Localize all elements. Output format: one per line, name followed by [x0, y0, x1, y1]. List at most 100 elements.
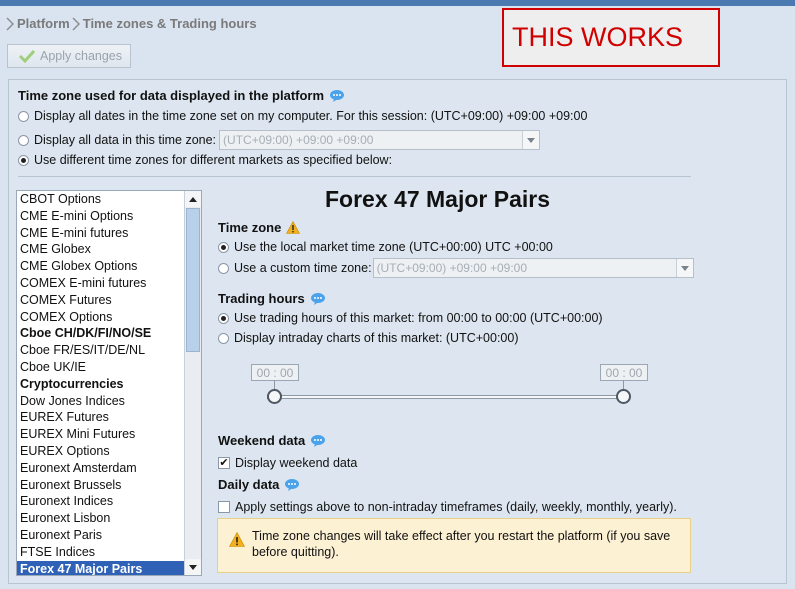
radio-this-timezone[interactable] [18, 134, 29, 146]
option-per-market-label: Use different time zones for different m… [34, 153, 393, 167]
market-list-item[interactable]: Forex 47 Major Pairs [17, 560, 201, 575]
option-local-market-label: Use the local market time zone (UTC+00:0… [234, 240, 553, 254]
market-list-item[interactable]: Euronext Paris [17, 527, 201, 544]
chevron-right-icon [72, 17, 80, 30]
market-list-item[interactable]: EUREX Mini Futures [17, 426, 201, 443]
chevron-down-icon[interactable] [522, 131, 540, 149]
info-bubble-icon[interactable] [310, 292, 326, 305]
scroll-up-button[interactable] [185, 191, 201, 207]
restart-notice: Time zone changes will take effect after… [217, 518, 691, 573]
option-computer-timezone-label: Display all dates in the time zone set o… [34, 109, 588, 123]
overlay-annotation-text: THIS WORKS [512, 22, 684, 52]
scroll-down-button[interactable] [185, 559, 201, 575]
warning-icon [286, 221, 301, 234]
option-this-timezone[interactable]: Display all data in this time zone: (UTC… [18, 130, 541, 150]
slider-start-handle[interactable] [267, 389, 282, 404]
market-list-item[interactable]: Euronext Amsterdam [17, 460, 201, 477]
custom-timezone-select[interactable]: (UTC+09:00) +09:00 +09:00 [372, 258, 694, 278]
market-list-items: CBOT Options CME E-mini Options CME E-mini… [17, 191, 201, 575]
custom-timezone-value: (UTC+09:00) +09:00 +09:00 [376, 261, 527, 275]
radio-per-market-timezone[interactable] [18, 154, 29, 166]
market-list-item[interactable]: Euronext Indices [17, 493, 201, 510]
daily-data-heading-label: Daily data [218, 477, 280, 492]
daily-data-heading: Daily data [218, 477, 300, 492]
option-intraday-charts-label: Display intraday charts of this market: … [234, 331, 519, 345]
slider-start-time[interactable]: 00 : 00 [251, 364, 299, 381]
trading-hours-slider-track[interactable] [267, 395, 623, 399]
option-local-market-timezone[interactable]: Use the local market time zone (UTC+00:0… [218, 240, 553, 254]
timezone-heading: Time zone [218, 220, 301, 235]
breadcrumb-platform[interactable]: Platform [17, 16, 70, 31]
option-custom-timezone-label: Use a custom time zone: [234, 261, 372, 275]
market-list-item[interactable]: COMEX Futures [17, 292, 201, 309]
market-list-item[interactable]: Cryptocurrencies [17, 376, 201, 393]
market-list-item[interactable]: Euronext Brussels [17, 477, 201, 494]
market-list[interactable]: CBOT Options CME E-mini Options CME E-mini… [16, 190, 202, 576]
trading-hours-heading: Trading hours [218, 291, 326, 306]
market-list-item[interactable]: Dow Jones Indices [17, 393, 201, 410]
window-top-strip [0, 0, 795, 6]
overlay-annotation: THIS WORKS [502, 8, 720, 67]
slider-end-time[interactable]: 00 : 00 [600, 364, 648, 381]
market-list-item[interactable]: Euronext Lisbon [17, 510, 201, 527]
weekend-data-checkbox[interactable]: ✔ [218, 457, 230, 469]
market-title: Forex 47 Major Pairs [325, 186, 550, 212]
arrow-down-icon [189, 564, 197, 570]
market-list-item[interactable]: CME Globex [17, 241, 201, 258]
option-per-market-timezone[interactable]: Use different time zones for different m… [18, 153, 392, 167]
option-daily-data[interactable]: Apply settings above to non-intraday tim… [218, 500, 677, 514]
trading-hours-heading-label: Trading hours [218, 291, 305, 306]
apply-changes-button[interactable]: Apply changes [7, 44, 131, 68]
info-bubble-icon[interactable] [310, 434, 326, 447]
option-market-trading-hours-label: Use trading hours of this market: from 0… [234, 311, 603, 325]
breadcrumb: Platform Time zones & Trading hours [6, 16, 257, 31]
radio-market-trading-hours[interactable] [218, 312, 229, 324]
option-custom-timezone[interactable]: Use a custom time zone: (UTC+09:00) +09:… [218, 258, 694, 278]
market-list-item[interactable]: FTSE Indices [17, 544, 201, 561]
market-list-item[interactable]: Cboe CH/DK/FI/NO/SE [17, 325, 201, 342]
market-list-item[interactable]: EUREX Options [17, 443, 201, 460]
info-bubble-icon[interactable] [329, 89, 345, 102]
restart-notice-text: Time zone changes will take effect after… [252, 529, 671, 559]
option-this-timezone-label: Display all data in this time zone: [34, 133, 217, 147]
settings-panel: Time zone used for data displayed in the… [8, 79, 787, 584]
daily-data-label: Apply settings above to non-intraday tim… [235, 500, 677, 514]
timezone-section-title: Time zone used for data displayed in the… [18, 88, 325, 103]
scroll-thumb[interactable] [186, 208, 200, 352]
section-divider [18, 176, 691, 177]
market-list-item[interactable]: EUREX Futures [17, 409, 201, 426]
market-list-item[interactable]: CME E-mini futures [17, 225, 201, 242]
market-list-item[interactable]: Cboe UK/IE [17, 359, 201, 376]
radio-custom-timezone[interactable] [218, 262, 229, 274]
option-intraday-charts[interactable]: Display intraday charts of this market: … [218, 331, 518, 345]
radio-computer-timezone[interactable] [18, 110, 29, 122]
market-list-item[interactable]: COMEX Options [17, 309, 201, 326]
warning-icon [229, 532, 245, 547]
chevron-right-icon [6, 17, 14, 30]
global-timezone-select[interactable]: (UTC+09:00) +09:00 +09:00 [219, 130, 541, 150]
market-list-item[interactable]: COMEX E-mini futures [17, 275, 201, 292]
market-list-item[interactable]: Cboe FR/ES/IT/DE/NL [17, 342, 201, 359]
arrow-up-icon [189, 196, 197, 202]
option-computer-timezone[interactable]: Display all dates in the time zone set o… [18, 109, 587, 123]
daily-data-checkbox[interactable] [218, 501, 230, 513]
slider-end-handle[interactable] [616, 389, 631, 404]
market-list-item[interactable]: CBOT Options [17, 191, 201, 208]
radio-intraday-charts[interactable] [218, 332, 229, 344]
timezone-heading-label: Time zone [218, 220, 282, 235]
checkmark-icon [18, 49, 36, 63]
info-bubble-icon[interactable] [284, 478, 300, 491]
weekend-data-label: Display weekend data [235, 456, 358, 470]
weekend-data-heading-label: Weekend data [218, 433, 306, 448]
market-list-scrollbar[interactable] [184, 191, 201, 575]
global-timezone-value: (UTC+09:00) +09:00 +09:00 [223, 133, 374, 147]
option-weekend-data[interactable]: ✔ Display weekend data [218, 456, 357, 470]
weekend-data-heading: Weekend data [218, 433, 326, 448]
radio-local-market-timezone[interactable] [218, 241, 229, 253]
timezone-section-heading: Time zone used for data displayed in the… [18, 88, 345, 103]
market-list-item[interactable]: CME E-mini Options [17, 208, 201, 225]
chevron-down-icon[interactable] [675, 259, 693, 277]
option-market-trading-hours[interactable]: Use trading hours of this market: from 0… [218, 311, 603, 325]
market-list-item[interactable]: CME Globex Options [17, 258, 201, 275]
breadcrumb-current: Time zones & Trading hours [82, 16, 257, 31]
